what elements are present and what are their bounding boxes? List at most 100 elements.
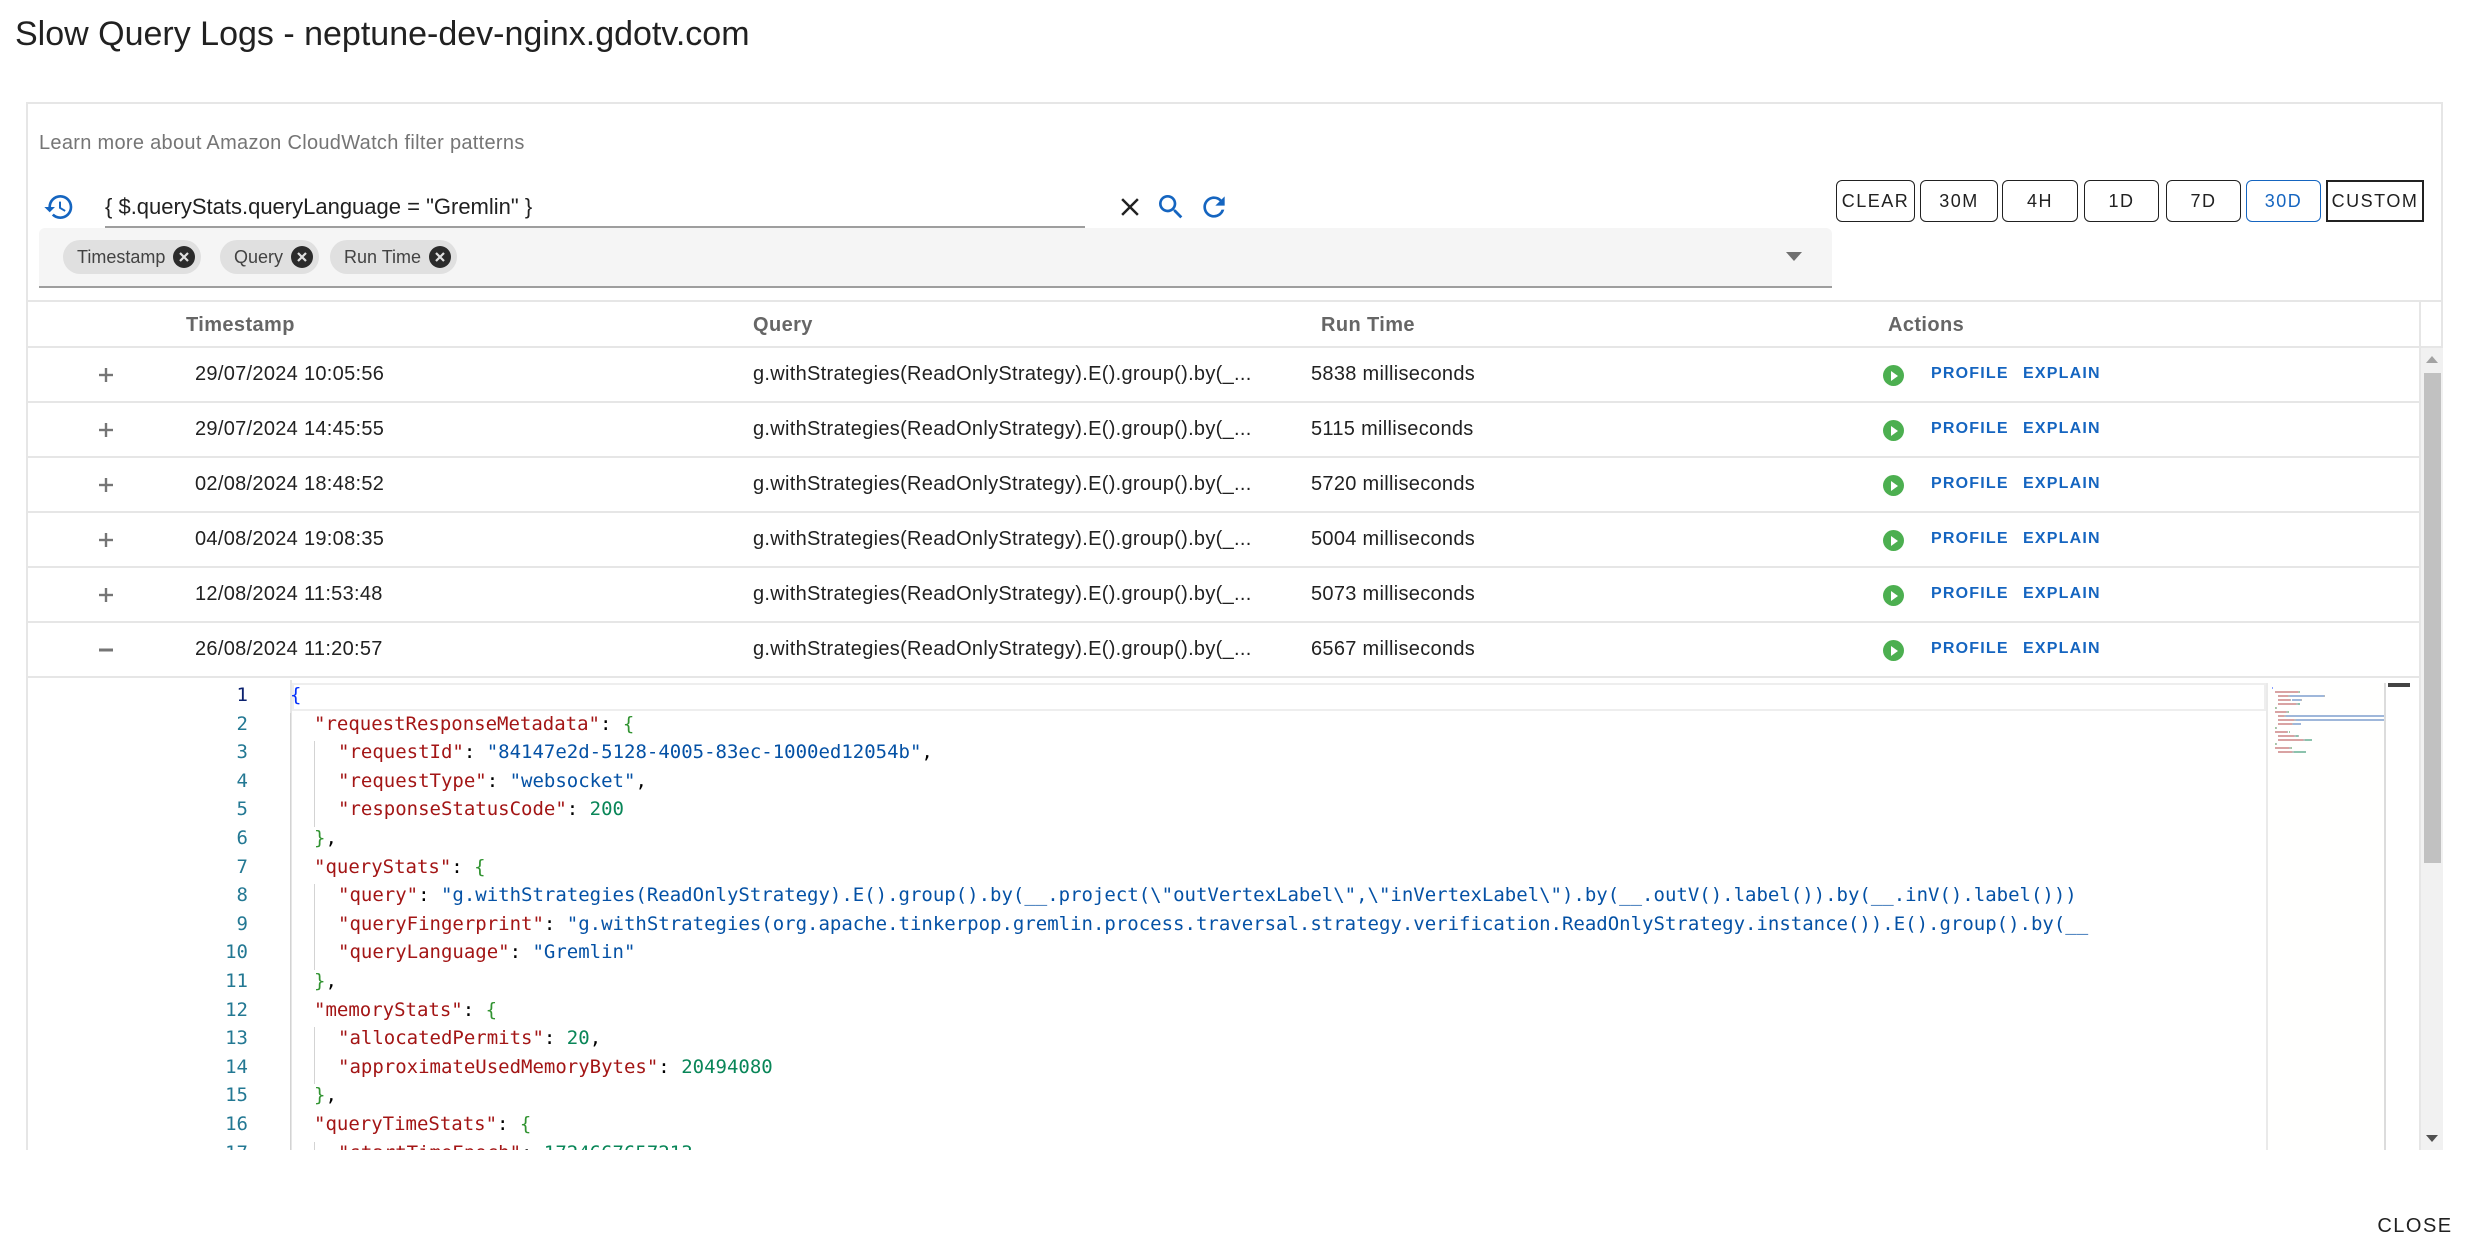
- minimap-line: [2275, 691, 2298, 693]
- profile-button[interactable]: PROFILE: [1931, 530, 2009, 548]
- minimap-line: [2297, 703, 2301, 705]
- scroll-up-arrow-icon[interactable]: [2426, 356, 2438, 363]
- dropdown-arrow-icon[interactable]: [1786, 252, 1802, 261]
- profile-button[interactable]: PROFILE: [1931, 585, 2009, 603]
- cell-run-time: 6567 milliseconds: [1311, 638, 1476, 660]
- expand-row-icon[interactable]: [92, 471, 120, 499]
- code-line: "requestResponseMetadata": {: [314, 713, 634, 735]
- minimap-line: [2278, 699, 2290, 701]
- run-query-icon[interactable]: [1883, 420, 1904, 441]
- cell-timestamp: 26/08/2024 11:20:57: [195, 638, 383, 660]
- profile-button[interactable]: PROFILE: [1931, 365, 2009, 383]
- search-icon[interactable]: [1154, 190, 1188, 224]
- code-token: ,: [325, 827, 337, 849]
- json-editor[interactable]: 1{2 "requestResponseMetadata": {3 "request…: [28, 680, 2419, 1150]
- code-token: "approximateUsedMemoryBytes": [338, 1055, 659, 1078]
- code-token: "84147e2d-5128-4005-83ec-1000ed12054b": [486, 741, 922, 764]
- explain-button[interactable]: EXPLAIN: [2023, 530, 2101, 548]
- code-token: }: [314, 970, 326, 992]
- expand-row-icon[interactable]: [92, 581, 120, 609]
- expand-row-icon[interactable]: [92, 416, 120, 444]
- code-token: ,: [325, 970, 337, 992]
- range-1d-button[interactable]: 1D: [2084, 180, 2159, 222]
- explain-button[interactable]: EXPLAIN: [2023, 475, 2101, 493]
- current-line-highlight: [292, 683, 2266, 711]
- minimap-slider[interactable]: [2388, 683, 2410, 687]
- chip-label: Run Time: [344, 246, 422, 267]
- code-token: :: [543, 912, 567, 935]
- filter-patterns-help-link[interactable]: Learn more about Amazon CloudWatch filte…: [39, 130, 525, 156]
- run-query-icon[interactable]: [1883, 530, 1904, 551]
- clear-range-button[interactable]: CLEAR: [1836, 180, 1915, 222]
- cell-timestamp: 12/08/2024 11:53:48: [195, 583, 383, 605]
- run-query-icon[interactable]: [1883, 640, 1904, 661]
- cell-timestamp: 04/08/2024 19:08:35: [195, 528, 385, 550]
- minimap-line: [2278, 735, 2295, 737]
- cell-run-time: 5115 milliseconds: [1311, 418, 1474, 440]
- chip-remove-icon[interactable]: [173, 246, 196, 268]
- line-number: 5: [236, 798, 248, 821]
- expand-row-icon[interactable]: [92, 361, 120, 389]
- run-query-icon[interactable]: [1883, 475, 1904, 496]
- code-token: "memoryStats": [314, 998, 463, 1021]
- table-row[interactable]: 04/08/2024 19:08:35 g.withStrategies(Read…: [28, 513, 2419, 568]
- code-line: "query": "g.withStrategies(ReadOnlyStrat…: [338, 884, 2077, 906]
- profile-button[interactable]: PROFILE: [1931, 640, 2009, 658]
- range-30m-button[interactable]: 30M: [1920, 180, 1998, 222]
- history-icon[interactable]: [42, 190, 76, 224]
- cell-run-time: 5838 milliseconds: [1311, 363, 1476, 385]
- visible-columns-select[interactable]: Timestamp Query Run Time: [39, 228, 1832, 288]
- table-row[interactable]: 29/07/2024 10:05:56 g.withStrategies(Read…: [28, 348, 2419, 403]
- refresh-icon[interactable]: [1197, 190, 1231, 224]
- code-token: :: [566, 798, 590, 821]
- close-button[interactable]: CLOSE: [2370, 1208, 2460, 1244]
- explain-button[interactable]: EXPLAIN: [2023, 640, 2101, 658]
- table-row[interactable]: 02/08/2024 18:48:52 g.withStrategies(Read…: [28, 458, 2419, 513]
- filter-pattern-input[interactable]: [105, 188, 1085, 228]
- expand-row-icon[interactable]: [92, 526, 120, 554]
- explain-button[interactable]: EXPLAIN: [2023, 585, 2101, 603]
- editor-minimap[interactable]: [2266, 683, 2386, 1150]
- code-token: }: [314, 827, 326, 849]
- profile-button[interactable]: PROFILE: [1931, 420, 2009, 438]
- run-query-icon[interactable]: [1883, 585, 1904, 606]
- range-7d-button[interactable]: 7D: [2166, 180, 2241, 222]
- code-token: 20494080: [681, 1055, 773, 1078]
- header-query[interactable]: Query: [753, 314, 813, 337]
- table-scrollbar[interactable]: [2419, 348, 2443, 1150]
- run-query-icon[interactable]: [1883, 365, 1904, 386]
- code-token: :: [486, 769, 510, 792]
- range-30d-button[interactable]: 30D: [2246, 180, 2321, 222]
- header-timestamp[interactable]: Timestamp: [186, 314, 295, 337]
- code-token: :: [462, 998, 486, 1021]
- scrollbar-thumb[interactable]: [2424, 373, 2441, 863]
- chip-remove-icon[interactable]: [291, 246, 314, 268]
- cell-timestamp: 02/08/2024 18:48:52: [195, 473, 385, 495]
- code-token: :: [658, 1055, 682, 1078]
- close-icon[interactable]: [1113, 190, 1147, 224]
- minimap-line: [2289, 695, 2324, 697]
- profile-button[interactable]: PROFILE: [1931, 475, 2009, 493]
- code-token: 1724667657213: [544, 1142, 693, 1150]
- header-run-time[interactable]: Run Time: [1321, 314, 1415, 337]
- line-number: 6: [236, 827, 248, 849]
- collapse-row-icon[interactable]: [92, 636, 120, 664]
- minimap-line: [2301, 699, 2303, 701]
- range-4h-button[interactable]: 4H: [2002, 180, 2078, 222]
- minimap-line: [2278, 751, 2293, 753]
- range-custom-button[interactable]: CUSTOM: [2326, 180, 2424, 222]
- explain-button[interactable]: EXPLAIN: [2023, 420, 2101, 438]
- cell-query: g.withStrategies(ReadOnlyStrategy).E().g…: [753, 418, 1252, 440]
- code-line: "queryStats": {: [314, 856, 486, 878]
- chip-remove-icon[interactable]: [429, 246, 452, 268]
- table-row[interactable]: 12/08/2024 11:53:48 g.withStrategies(Read…: [28, 568, 2419, 623]
- cell-query: g.withStrategies(ReadOnlyStrategy).E().g…: [753, 583, 1252, 605]
- table-row[interactable]: 26/08/2024 11:20:57 g.withStrategies(Read…: [28, 623, 2419, 678]
- dialog-title: Slow Query Logs - neptune-dev-nginx.gdot…: [15, 15, 750, 53]
- scroll-down-arrow-icon[interactable]: [2426, 1135, 2438, 1142]
- minimap-line: [2278, 723, 2292, 725]
- table-row[interactable]: 29/07/2024 14:45:55 g.withStrategies(Read…: [28, 403, 2419, 458]
- code-token: "queryFingerprint": [338, 912, 544, 935]
- explain-button[interactable]: EXPLAIN: [2023, 365, 2101, 383]
- code-token: }: [314, 1084, 326, 1107]
